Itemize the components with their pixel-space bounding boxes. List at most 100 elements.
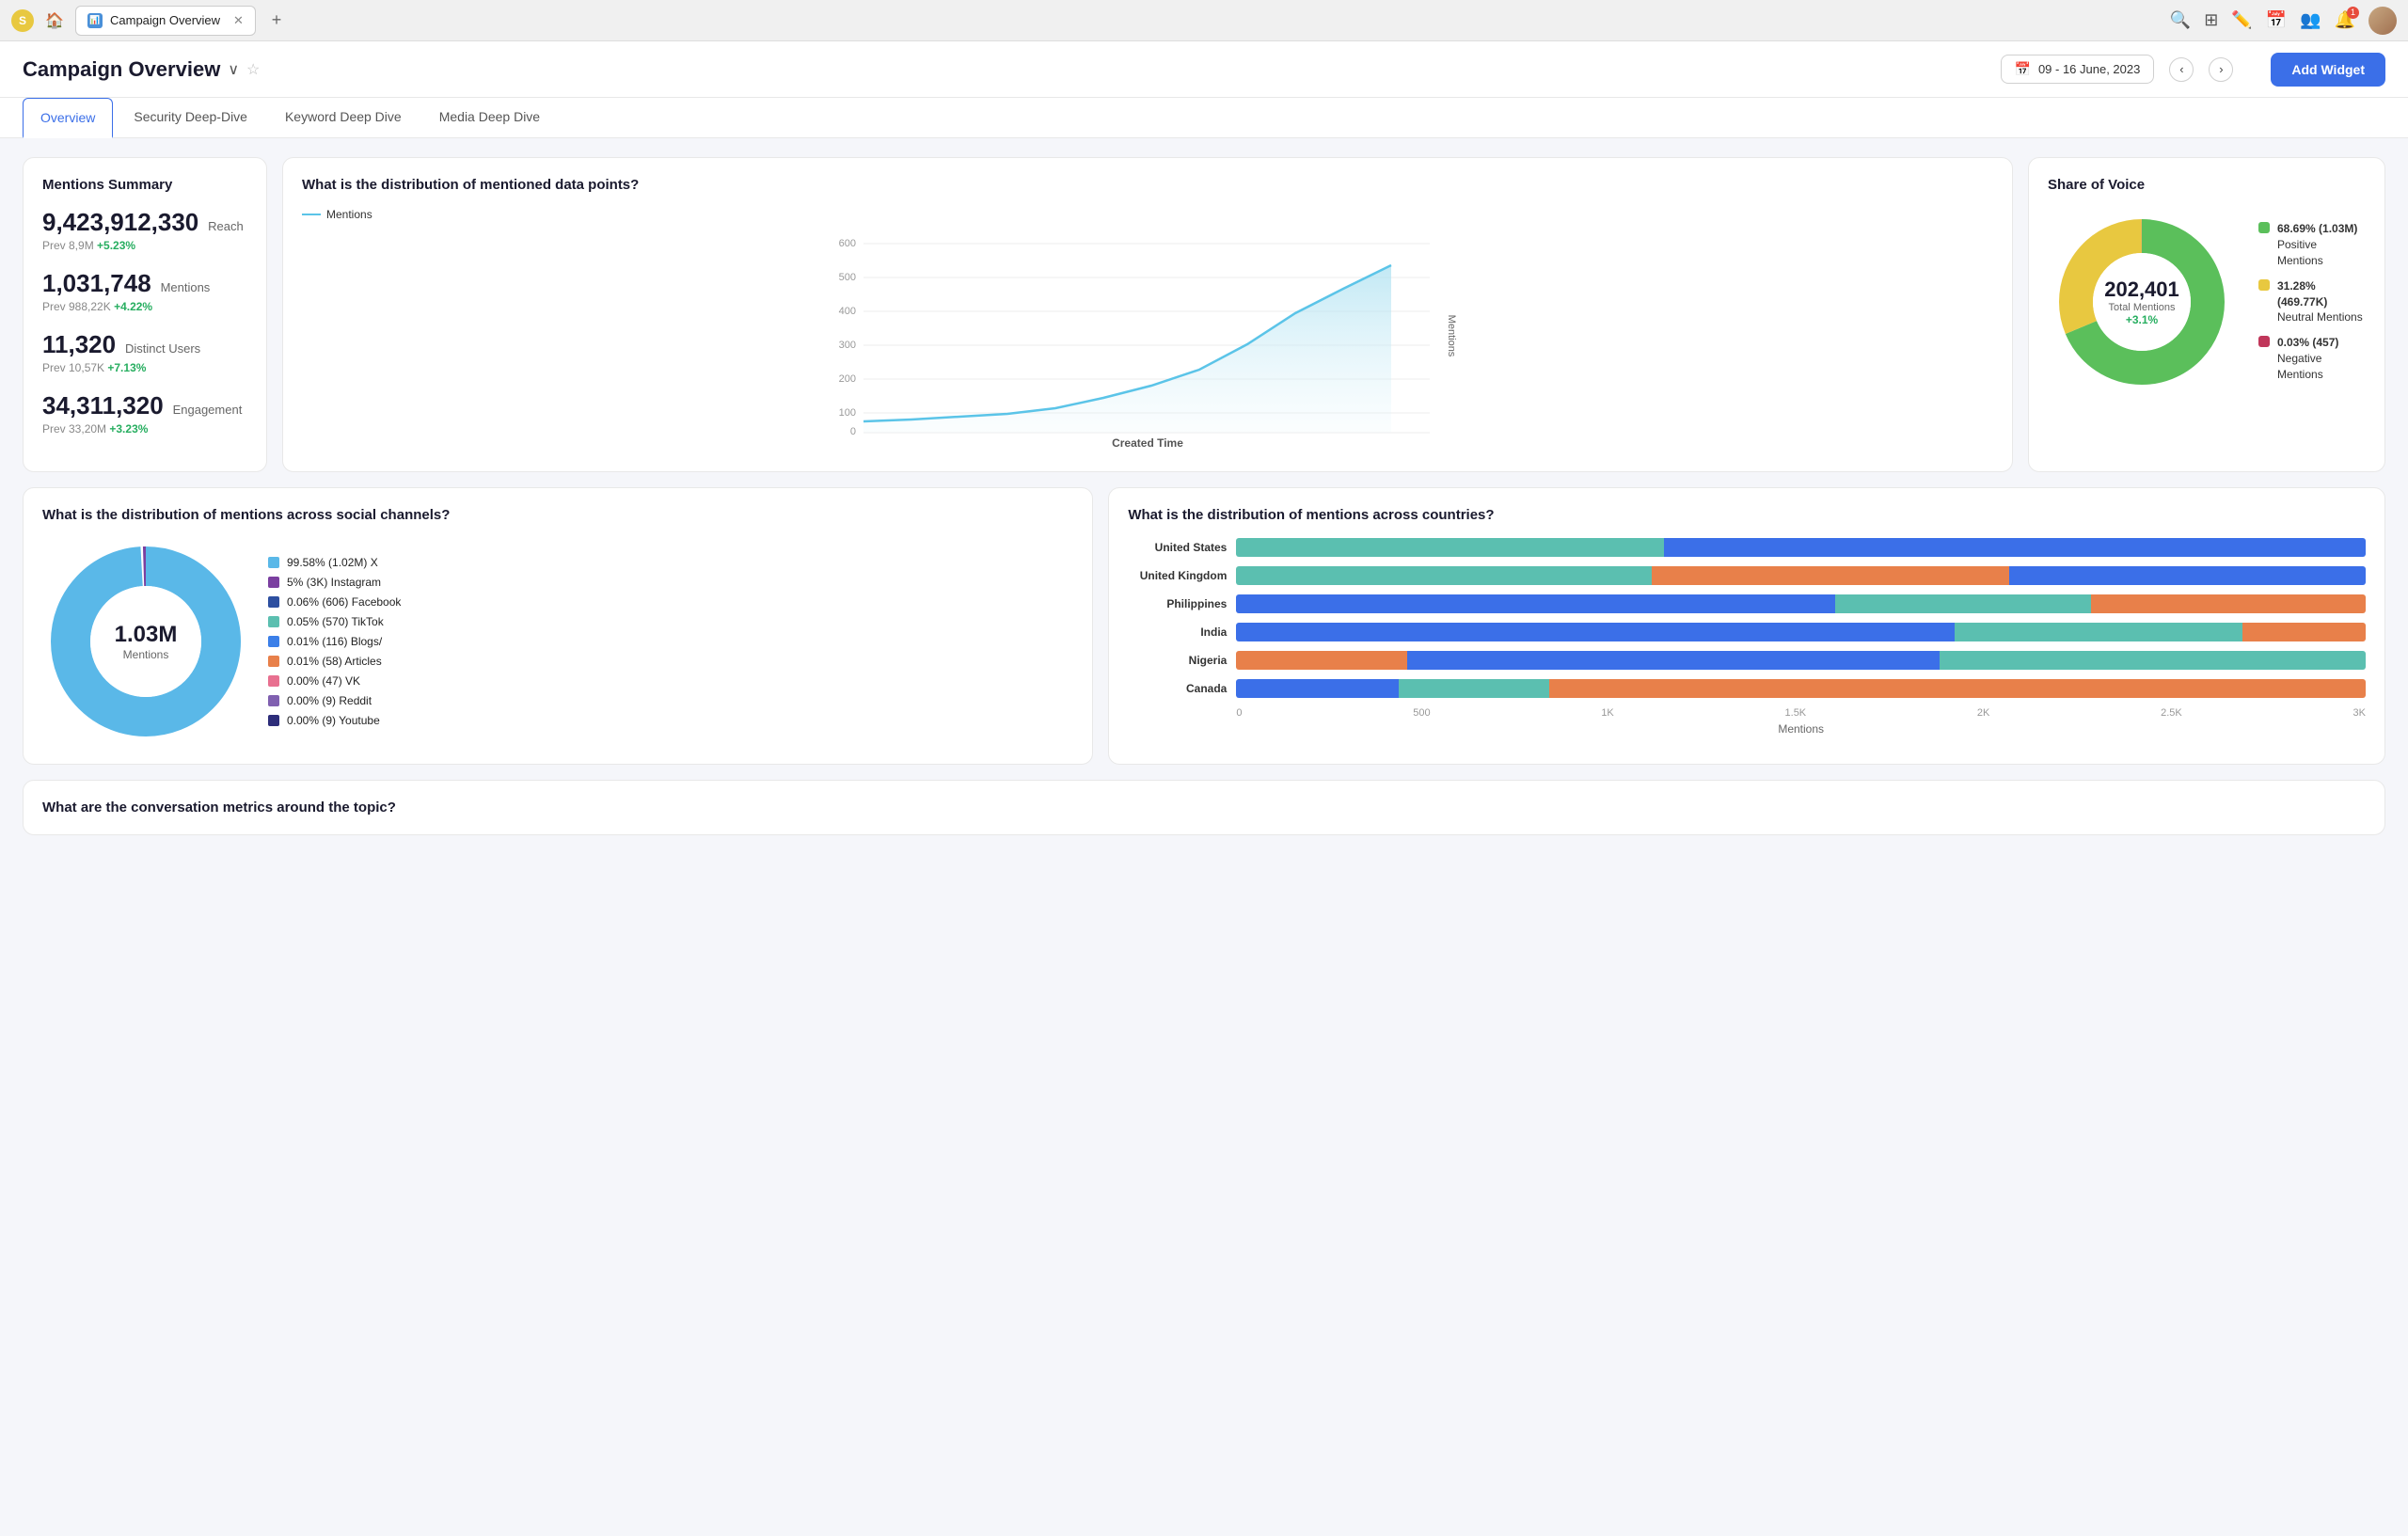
bar-row-in: India	[1128, 623, 2366, 641]
engagement-label: Engagement	[173, 403, 243, 417]
edit-icon[interactable]: ✏️	[2231, 10, 2252, 30]
line-chart-svg: 600 500 400 300 200 100 0 Mentions	[302, 232, 1993, 439]
search-icon[interactable]: 🔍	[2170, 10, 2191, 30]
reach-value: 9,423,912,330	[42, 208, 198, 236]
bar-label-in: India	[1128, 625, 1227, 639]
bar-seg-uk-2	[1652, 566, 2008, 585]
ch-articles-label: 0.01% (58) Articles	[287, 655, 382, 668]
bar-row-ca: Canada	[1128, 679, 2366, 698]
app-logo: S	[11, 9, 34, 32]
bar-label-us: United States	[1128, 541, 1227, 554]
date-range-picker[interactable]: 📅 09 - 16 June, 2023	[2001, 55, 2155, 84]
page-title-wrap: Campaign Overview ∨ ☆	[23, 57, 260, 82]
add-widget-button[interactable]: Add Widget	[2271, 53, 2385, 87]
browser-tab-active[interactable]: 📊 Campaign Overview ✕	[75, 6, 256, 36]
bar-seg-ph-1	[1236, 594, 1834, 613]
ch-legend-facebook: 0.06% (606) Facebook	[268, 595, 401, 609]
bar-seg-ca-3	[1549, 679, 2366, 698]
bar-track-uk	[1236, 566, 2366, 585]
channels-card: What is the distribution of mentions acr…	[23, 487, 1093, 765]
positive-text: 68.69% (1.03M)Positive Mentions	[2277, 221, 2366, 268]
svg-text:400: 400	[839, 306, 856, 317]
user-avatar[interactable]	[2368, 7, 2397, 35]
ch-x-label: 99.58% (1.02M) X	[287, 556, 378, 569]
tab-security[interactable]: Security Deep-Dive	[117, 98, 264, 137]
channels-legend: 99.58% (1.02M) X 5% (3K) Instagram 0.06%…	[268, 556, 401, 727]
ch-facebook-dot	[268, 596, 279, 608]
bar-row-us: United States	[1128, 538, 2366, 557]
ch-articles-dot	[268, 656, 279, 667]
sov-center-label: Total Mentions	[2104, 302, 2179, 313]
users-change: +7.13%	[107, 361, 146, 374]
sov-donut: 202,401 Total Mentions +3.1%	[2048, 208, 2236, 396]
date-next-button[interactable]: ›	[2209, 57, 2233, 82]
sov-donut-center: 202,401 Total Mentions +3.1%	[2104, 277, 2179, 326]
sov-inner: 202,401 Total Mentions +3.1% 68.69% (1.0…	[2048, 208, 2366, 396]
notification-badge: 1	[2347, 7, 2359, 19]
bar-seg-in-1	[1236, 623, 1955, 641]
mentions-prev: Prev 988,22K +4.22%	[42, 300, 247, 313]
row1: Mentions Summary 9,423,912,330 Reach Pre…	[23, 157, 2385, 472]
svg-text:0: 0	[850, 426, 856, 437]
share-of-voice-card: Share of Voice 202,401 Total Mention	[2028, 157, 2385, 472]
grid-icon[interactable]: ⊞	[2204, 10, 2218, 30]
app-header: Campaign Overview ∨ ☆ 📅 09 - 16 June, 20…	[0, 41, 2408, 98]
bar-row-ph: Philippines	[1128, 594, 2366, 613]
ch-youtube-dot	[268, 715, 279, 726]
svg-text:Mentions: Mentions	[1446, 315, 1457, 357]
bar-track-ca	[1236, 679, 2366, 698]
countries-card: What is the distribution of mentions acr…	[1108, 487, 2385, 765]
tab-media[interactable]: Media Deep Dive	[422, 98, 557, 137]
sov-legend-negative: 0.03% (457)Negative Mentions	[2258, 335, 2366, 382]
mentions-value: 1,031,748	[42, 269, 151, 297]
mentions-summary-card: Mentions Summary 9,423,912,330 Reach Pre…	[23, 157, 267, 472]
engagement-change: +3.23%	[109, 422, 148, 435]
ch-legend-instagram: 5% (3K) Instagram	[268, 576, 401, 589]
home-button[interactable]: 🏠	[41, 8, 68, 34]
reach-change: +5.23%	[97, 239, 135, 252]
bar-track-ng	[1236, 651, 2366, 670]
calendar-icon: 📅	[2015, 61, 2031, 77]
bottom-teaser-title: What are the conversation metrics around…	[42, 800, 396, 816]
ch-instagram-label: 5% (3K) Instagram	[287, 576, 381, 589]
users-icon[interactable]: 👥	[2300, 10, 2321, 30]
chart-legend: Mentions	[302, 208, 1993, 221]
page-title: Campaign Overview	[23, 57, 220, 82]
title-chevron-icon[interactable]: ∨	[228, 60, 239, 79]
metric-engagement: 34,311,320 Engagement Prev 33,20M +3.23%	[42, 391, 247, 435]
positive-dot	[2258, 222, 2270, 233]
ch-tiktok-dot	[268, 616, 279, 627]
bar-x-axis-label: Mentions	[1236, 722, 2366, 736]
tab-close-icon[interactable]: ✕	[233, 13, 244, 28]
neutral-text: 31.28% (469.77K)Neutral Mentions	[2277, 278, 2366, 325]
ch-blogs-dot	[268, 636, 279, 647]
new-tab-button[interactable]: +	[263, 8, 290, 34]
notifications-button[interactable]: 🔔 1	[2335, 10, 2355, 30]
calendar-icon[interactable]: 📅	[2266, 10, 2287, 30]
sov-title: Share of Voice	[2048, 177, 2366, 193]
bar-seg-ph-3	[2091, 594, 2366, 613]
ch-vk-label: 0.00% (47) VK	[287, 674, 360, 688]
svg-text:100: 100	[839, 407, 856, 419]
ch-vk-dot	[268, 675, 279, 687]
mentions-label: Mentions	[161, 280, 211, 294]
metric-reach: 9,423,912,330 Reach Prev 8,9M +5.23%	[42, 208, 247, 252]
svg-text:300: 300	[839, 340, 856, 351]
ch-legend-tiktok: 0.05% (570) TikTok	[268, 615, 401, 628]
tab-overview[interactable]: Overview	[23, 98, 113, 138]
ch-instagram-dot	[268, 577, 279, 588]
channels-donut-center: 1.03M Mentions	[115, 622, 178, 661]
date-prev-button[interactable]: ‹	[2169, 57, 2194, 82]
bar-seg-ng-3	[1940, 651, 2366, 670]
bar-track-ph	[1236, 594, 2366, 613]
mentions-summary-title: Mentions Summary	[42, 177, 247, 193]
channels-donut: 1.03M Mentions	[42, 538, 249, 745]
svg-text:500: 500	[839, 272, 856, 283]
sov-legend: 68.69% (1.03M)Positive Mentions 31.28% (…	[2258, 221, 2366, 382]
ch-blogs-label: 0.01% (116) Blogs/	[287, 635, 382, 648]
favorite-icon[interactable]: ☆	[246, 60, 260, 79]
tab-keyword[interactable]: Keyword Deep Dive	[268, 98, 419, 137]
users-prev: Prev 10,57K +7.13%	[42, 361, 247, 374]
legend-line-color	[302, 214, 321, 215]
bar-seg-in-2	[1955, 623, 2242, 641]
